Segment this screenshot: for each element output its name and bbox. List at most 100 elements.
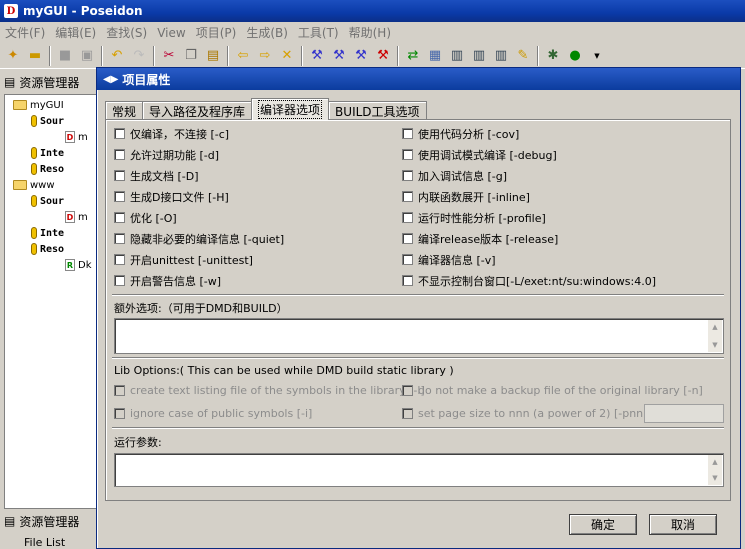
checkbox[interactable] — [402, 254, 413, 265]
option-warnings[interactable]: 开启警告信息 [-w] — [114, 272, 221, 289]
rebuild-icon[interactable]: ⚒ — [328, 45, 350, 67]
checkbox[interactable] — [114, 128, 125, 139]
scroll-up-icon[interactable]: ▲ — [708, 320, 722, 334]
checkbox[interactable] — [402, 275, 413, 286]
checkbox[interactable] — [402, 128, 413, 139]
menu-search[interactable]: 查找(S) — [101, 24, 152, 41]
project-tree[interactable]: myGUI Sour Dm Inte Reso www Sour Dm Inte… — [4, 94, 100, 509]
menu-view[interactable]: View — [152, 26, 190, 40]
d-file-icon: D — [65, 211, 75, 223]
checkbox[interactable] — [402, 191, 413, 202]
option-optimize[interactable]: 优化 [-O] — [114, 209, 177, 226]
debug-icon[interactable]: ✱ — [542, 45, 564, 67]
checkbox — [402, 408, 413, 419]
scroll-up-icon[interactable]: ▲ — [708, 455, 722, 469]
database-icon — [31, 163, 37, 175]
ok-button[interactable]: 确定 — [569, 514, 637, 535]
open-folder-icon[interactable]: ▬ — [24, 45, 46, 67]
menu-file[interactable]: 文件(F) — [0, 24, 50, 41]
cancel-button[interactable]: 取消 — [649, 514, 717, 535]
file-list-header[interactable]: File List — [4, 536, 100, 549]
delete-icon[interactable]: ✕ — [276, 45, 298, 67]
tree-item[interactable]: Sour — [31, 193, 64, 209]
extra-options-scrollbar[interactable]: ▲ ▼ — [708, 320, 722, 352]
app-logo-icon: D — [4, 4, 18, 18]
checkbox[interactable] — [114, 149, 125, 160]
tree-item[interactable]: R Dk — [65, 257, 92, 273]
redo-icon[interactable]: ↷ — [128, 45, 150, 67]
checkbox[interactable] — [402, 233, 413, 244]
option-coverage[interactable]: 使用代码分析 [-cov] — [402, 125, 519, 142]
checkbox[interactable] — [402, 170, 413, 181]
checkbox — [402, 385, 413, 396]
explorer-bottom-tab[interactable]: ▤ 资源管理器 — [4, 510, 100, 532]
tree-item[interactable]: Reso — [31, 241, 64, 257]
checkbox[interactable] — [402, 212, 413, 223]
paste-icon[interactable]: ▤ — [202, 45, 224, 67]
binary3-icon[interactable]: ▥ — [490, 45, 512, 67]
option-generate-interface[interactable]: 生成D接口文件 [-H] — [114, 188, 229, 205]
option-generate-docs[interactable]: 生成文档 [-D] — [114, 167, 199, 184]
checkbox[interactable] — [114, 212, 125, 223]
checkbox[interactable] — [114, 275, 125, 286]
binary-icon[interactable]: ▥ — [446, 45, 468, 67]
tree-item[interactable]: Dm — [65, 209, 88, 225]
tree-item[interactable]: Sour — [31, 113, 64, 129]
option-deprecated[interactable]: 允许过期功能 [-d] — [114, 146, 219, 163]
menu-edit[interactable]: 编辑(E) — [50, 24, 101, 41]
run-dropdown-icon[interactable]: ▼ — [586, 45, 608, 67]
menu-project[interactable]: 项目(P) — [191, 24, 242, 41]
save-icon[interactable]: ■ — [54, 45, 76, 67]
option-quiet[interactable]: 隐藏非必要的编译信息 [-quiet] — [114, 230, 284, 247]
extra-options-input[interactable]: ▲ ▼ — [114, 318, 724, 354]
option-hide-console[interactable]: 不显示控制台窗口[-L/exet:nt/su:windows:4.0] — [402, 272, 656, 289]
tab-general[interactable]: 常规 — [105, 101, 144, 120]
option-verbose[interactable]: 编译器信息 [-v] — [402, 251, 496, 268]
stop-icon[interactable]: ⚒ — [372, 45, 394, 67]
run-args-scrollbar[interactable]: ▲ ▼ — [708, 455, 722, 485]
back-icon[interactable]: ⇦ — [232, 45, 254, 67]
tab-import-paths[interactable]: 导入路径及程序库 — [142, 101, 253, 120]
lib-option-no-backup: do not make a backup file of the origina… — [402, 382, 703, 399]
compile-icon[interactable]: ⚒ — [350, 45, 372, 67]
tab-compiler-options[interactable]: 编译器选项 — [251, 98, 330, 120]
project-icon[interactable]: ▦ — [424, 45, 446, 67]
checkbox[interactable] — [114, 233, 125, 244]
option-debug-info[interactable]: 加入调试信息 [-g] — [402, 167, 507, 184]
option-release[interactable]: 编译release版本 [-release] — [402, 230, 558, 247]
option-profile[interactable]: 运行时性能分析 [-profile] — [402, 209, 546, 226]
checkbox[interactable] — [114, 191, 125, 202]
run-args-input[interactable]: ▲ ▼ — [114, 453, 724, 487]
new-project-icon[interactable]: ✦ — [2, 45, 24, 67]
tree-item[interactable]: myGUI — [13, 97, 64, 113]
settings-icon[interactable]: ✎ — [512, 45, 534, 67]
option-unittest[interactable]: 开启unittest [-unittest] — [114, 251, 253, 268]
tree-item[interactable]: www — [13, 177, 55, 193]
checkbox[interactable] — [114, 170, 125, 181]
build-icon[interactable]: ⚒ — [306, 45, 328, 67]
option-inline[interactable]: 内联函数展开 [-inline] — [402, 188, 530, 205]
tree-item[interactable]: Dm — [65, 129, 88, 145]
save-all-icon[interactable]: ▣ — [76, 45, 98, 67]
option-debug[interactable]: 使用调试模式编译 [-debug] — [402, 146, 557, 163]
scroll-down-icon[interactable]: ▼ — [708, 338, 722, 352]
checkbox[interactable] — [114, 254, 125, 265]
tree-item[interactable]: Inte — [31, 225, 64, 241]
copy-icon[interactable]: ❐ — [180, 45, 202, 67]
menu-help[interactable]: 帮助(H) — [344, 24, 396, 41]
binary2-icon[interactable]: ▥ — [468, 45, 490, 67]
menu-tools[interactable]: 工具(T) — [293, 24, 344, 41]
scroll-down-icon[interactable]: ▼ — [708, 471, 722, 485]
forward-icon[interactable]: ⇨ — [254, 45, 276, 67]
checkbox[interactable] — [402, 149, 413, 160]
run-icon[interactable]: ● — [564, 45, 586, 67]
menu-build[interactable]: 生成(B) — [241, 24, 293, 41]
tree-item[interactable]: Inte — [31, 145, 64, 161]
undo-icon[interactable]: ↶ — [106, 45, 128, 67]
tab-build-tool-options[interactable]: BUILD工具选项 — [328, 101, 427, 120]
tree-item[interactable]: Reso — [31, 161, 64, 177]
folder-icon — [13, 180, 27, 190]
switch-icon[interactable]: ⇄ — [402, 45, 424, 67]
cut-icon[interactable]: ✂ — [158, 45, 180, 67]
option-compile-only[interactable]: 仅编译，不连接 [-c] — [114, 125, 229, 142]
